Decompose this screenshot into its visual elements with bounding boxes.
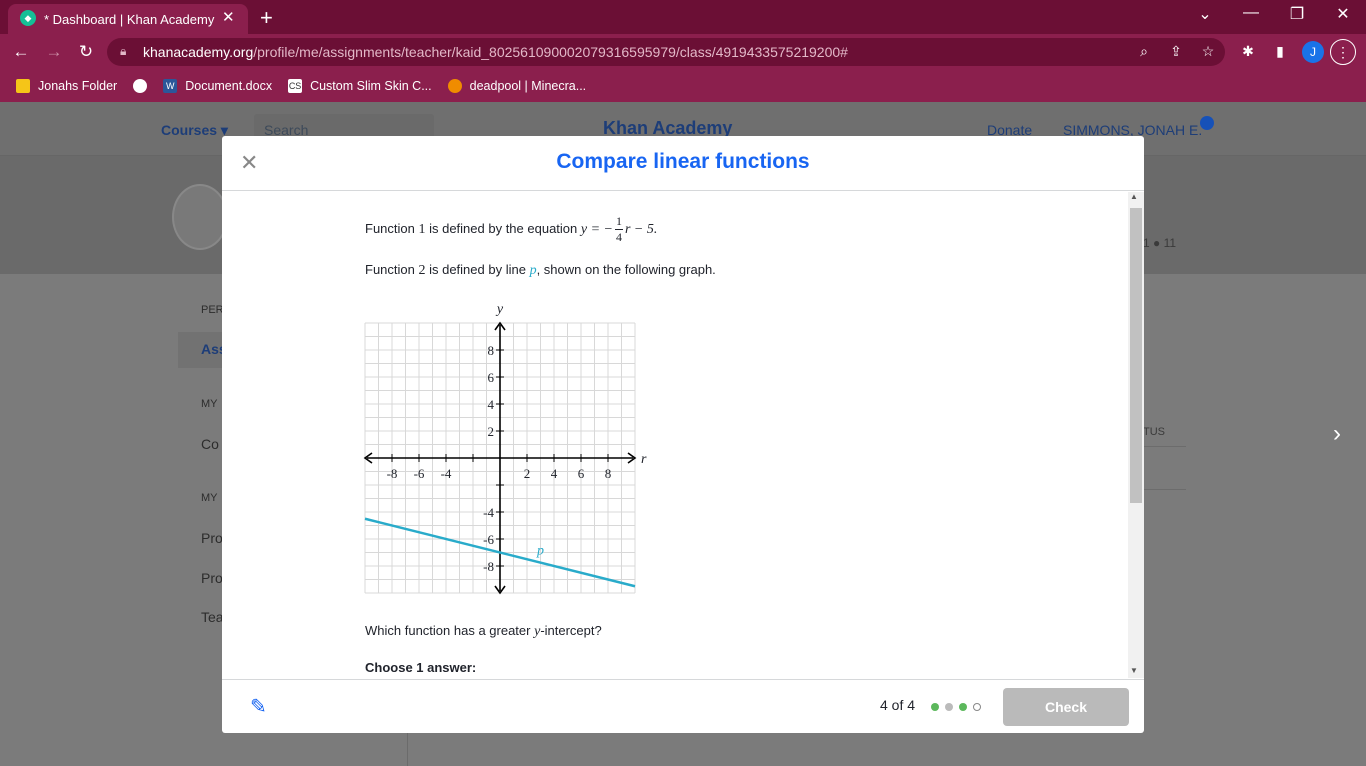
progress-dot-correct: [959, 703, 967, 711]
modal-header: ✕ Compare linear functions: [222, 136, 1144, 191]
lock-icon[interactable]: 🔒︎: [120, 44, 126, 59]
y-axis-label: y: [495, 302, 504, 317]
exercise-modal: ✕ Compare linear functions Function 1 is…: [222, 136, 1144, 733]
new-tab-button[interactable]: +: [260, 5, 273, 31]
scratchpad-icon[interactable]: ✎: [250, 694, 267, 719]
tab-title: * Dashboard | Khan Academy: [44, 11, 215, 27]
url-host: khanacademy.org: [143, 44, 254, 60]
sidebar-item[interactable]: Pro: [201, 530, 223, 546]
y-tick-label: 4: [488, 397, 495, 412]
x-tick-label: -6: [414, 466, 425, 481]
y-tick-label: -6: [483, 532, 494, 547]
tab-close-icon[interactable]: ✕: [222, 8, 235, 26]
check-button[interactable]: Check: [1003, 688, 1129, 726]
address-bar[interactable]: khanacademy.org/profile/me/assignments/t…: [107, 38, 1225, 66]
y-tick-label: -8: [483, 559, 494, 574]
profile-avatar[interactable]: J: [1302, 41, 1324, 63]
bookmark-jonahs-folder[interactable]: Jonahs Folder: [16, 79, 117, 93]
divider: [1143, 446, 1186, 447]
extensions-icon[interactable]: ✱: [1238, 43, 1258, 60]
tab-search-icon[interactable]: ⌄: [1190, 4, 1220, 24]
reload-icon[interactable]: ↻: [75, 42, 97, 62]
y-tick-label: 8: [488, 343, 495, 358]
folder-icon: [16, 79, 30, 93]
scrollbar-thumb[interactable]: [1130, 208, 1142, 503]
chevron-right-icon[interactable]: ›: [1333, 420, 1341, 448]
x-tick-label: -8: [387, 466, 398, 481]
modal-footer: ✎ 4 of 4 Check: [222, 679, 1144, 733]
function-2-text: Function 2 is defined by line p, shown o…: [365, 262, 716, 278]
progress-text: 4 of 4: [880, 697, 916, 713]
y-tick-label: 2: [488, 424, 495, 439]
question-text: Which function has a greater y-intercept…: [365, 623, 602, 639]
window-close-icon[interactable]: ✕: [1328, 4, 1358, 24]
sidebar-item[interactable]: Pro: [201, 570, 223, 586]
x-tick-label: 2: [524, 466, 531, 481]
sidebar-heading: MY: [201, 492, 218, 504]
pumpkin-icon: [447, 79, 462, 93]
url-path: /profile/me/assignments/teacher/kaid_802…: [253, 44, 848, 60]
bookmark-custom-skin[interactable]: CS Custom Slim Skin C...: [288, 79, 432, 93]
bookmark-deadpool[interactable]: deadpool | Minecra...: [447, 79, 586, 93]
series-label-p: p: [536, 544, 544, 559]
x-tick-label: -4: [441, 466, 452, 481]
browser-tab[interactable]: * Dashboard | Khan Academy: [8, 4, 248, 34]
x-tick-label: 8: [605, 466, 612, 481]
x-axis-label: r: [641, 452, 647, 467]
zoom-icon[interactable]: ⌕: [1134, 43, 1154, 60]
menu-icon[interactable]: ⋮: [1330, 39, 1356, 65]
user-avatar: [172, 184, 228, 250]
fraction: 14: [614, 214, 623, 244]
divider: [1143, 489, 1186, 490]
progress-dot-current: [973, 703, 981, 711]
choose-label: Choose 1 answer:: [365, 660, 477, 675]
notification-badge: [1200, 116, 1214, 130]
khan-favicon-icon: ◆: [20, 10, 36, 26]
side-panel-icon[interactable]: ▮: [1270, 43, 1290, 60]
forward-icon[interactable]: →: [43, 42, 65, 62]
exercise-body: Function 1 is defined by the equation y …: [222, 191, 1144, 679]
bookmarks-bar: Jonahs Folder W Document.docx CS Custom Sl…: [0, 70, 1366, 102]
cs-icon: CS: [288, 79, 303, 93]
sidebar-item[interactable]: Tea: [201, 609, 224, 625]
back-icon[interactable]: ←: [10, 42, 32, 62]
coordinate-graph: -8 -6 -4 2 4 6 8 8 6 4 2 -4 -6 -8 p r y: [363, 302, 647, 595]
scroll-up-icon[interactable]: ▲: [1130, 192, 1138, 201]
y-tick-label: -4: [483, 505, 494, 520]
minimize-icon[interactable]: —: [1236, 4, 1266, 22]
sidebar-item[interactable]: Co: [201, 436, 219, 452]
y-tick-label: 6: [488, 370, 495, 385]
globe-icon: [133, 79, 148, 93]
word-icon: W: [163, 79, 178, 93]
restore-icon[interactable]: ❐: [1282, 4, 1312, 24]
x-tick-label: 6: [578, 466, 585, 481]
user-stats: 1 ● 11: [1143, 236, 1177, 250]
scroll-down-icon[interactable]: ▼: [1130, 666, 1138, 675]
courses-menu[interactable]: Courses ▾: [161, 122, 228, 139]
bookmark-globe[interactable]: [133, 79, 148, 93]
function-1-text: Function 1 is defined by the equation y …: [365, 214, 658, 244]
status-column-header: TUS: [1143, 426, 1165, 438]
sidebar-heading: PER: [201, 304, 224, 316]
bookmark-document[interactable]: W Document.docx: [163, 79, 272, 93]
sidebar-heading: MY: [201, 398, 218, 410]
x-tick-label: 4: [551, 466, 558, 481]
progress-dot-correct: [931, 703, 939, 711]
progress-dot-skipped: [945, 703, 953, 711]
modal-title: Compare linear functions: [556, 150, 810, 173]
star-icon[interactable]: ☆: [1198, 43, 1218, 60]
share-icon[interactable]: ⇪: [1166, 43, 1186, 60]
